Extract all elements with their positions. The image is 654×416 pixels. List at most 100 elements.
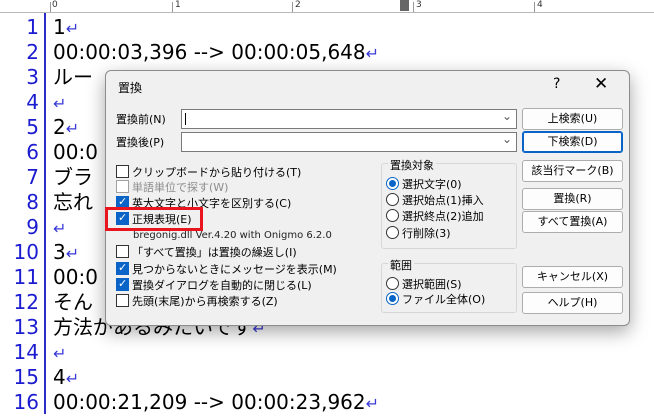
radio-icon[interactable]: [386, 277, 399, 290]
checkbox-icon[interactable]: [116, 245, 129, 258]
line-number: 11: [13, 265, 39, 289]
text-line: ↵: [53, 90, 66, 115]
target-insert-start[interactable]: 選択始点(1)挿入: [386, 193, 484, 208]
option-whole-word: 単語単位で探す(W): [116, 180, 228, 195]
chevron-down-icon[interactable]: ⌄: [502, 109, 512, 123]
replace-dialog: 置換 ? ✕ 置換前(N) ⌄ 置換後(P) ⌄ 上検索(U) 下検索(D) 該…: [105, 70, 630, 326]
checkbox-icon[interactable]: [116, 165, 129, 178]
checkbox-icon: [116, 180, 129, 193]
radio-selected-icon[interactable]: [386, 177, 399, 190]
replace-target-title: 置換対象: [388, 157, 436, 173]
replace-combo[interactable]: ⌄: [181, 132, 517, 152]
option-wrap-search[interactable]: 先頭(末尾)から再検索する(Z): [116, 294, 278, 309]
radio-selected-icon[interactable]: [386, 292, 399, 305]
replace-button[interactable]: 置換(R): [522, 188, 623, 210]
line-number: 13: [13, 315, 39, 339]
text-line: ↵: [53, 340, 66, 365]
regex-highlight-box: [105, 207, 203, 231]
target-selected-text[interactable]: 選択文字(0): [386, 177, 462, 192]
cancel-button[interactable]: キャンセル(X): [522, 266, 623, 288]
scope-selection[interactable]: 選択範囲(S): [386, 277, 462, 292]
ruler-tick: [172, 2, 173, 12]
text-line: そん: [53, 290, 93, 314]
radio-icon[interactable]: [386, 209, 399, 222]
ruler-tick: [413, 2, 414, 12]
find-prev-button[interactable]: 上検索(U): [522, 108, 623, 130]
scope-title: 範囲: [388, 257, 414, 273]
dialog-titlebar[interactable]: 置換 ? ✕: [106, 71, 629, 101]
text-line: 4↵: [53, 365, 80, 389]
line-number: 14: [13, 340, 39, 364]
replace-all-button[interactable]: すべて置換(A): [522, 211, 623, 233]
ruler: 0 1 2 3 4: [0, 0, 654, 13]
scope-whole-file[interactable]: ファイル全体(O): [386, 292, 485, 307]
text-line: 2↵: [53, 115, 80, 139]
line-number: 4: [26, 90, 39, 114]
return-mark-icon: ↵: [365, 44, 380, 63]
text-line: ルー: [53, 65, 93, 89]
text-line: 3↵: [53, 240, 80, 264]
text-line: 忘れ: [53, 190, 93, 214]
line-number: 6: [26, 140, 39, 164]
checkbox-checked-icon[interactable]: [116, 276, 129, 291]
return-mark-icon: ↵: [53, 219, 67, 238]
ruler-tick: [292, 2, 293, 12]
ruler-mark: 3: [416, 0, 422, 10]
radio-icon[interactable]: [386, 226, 399, 239]
option-auto-close[interactable]: 置換ダイアログを自動的に閉じる(L): [116, 276, 312, 293]
help-icon[interactable]: ?: [553, 76, 560, 92]
text-line: 00:00:03,396 --> 00:00:05,648↵: [53, 40, 380, 64]
line-number: 1: [26, 15, 39, 39]
option-paste-clipboard[interactable]: クリップボードから貼り付ける(T): [116, 165, 301, 180]
text-line: 00:0: [53, 140, 98, 164]
ruler-caret: [400, 0, 409, 11]
close-icon[interactable]: ✕: [594, 74, 608, 94]
find-next-button[interactable]: 下検索(D): [522, 131, 623, 153]
text-cursor: [185, 113, 186, 125]
target-delete-line[interactable]: 行削除(3): [386, 226, 451, 241]
chevron-down-icon[interactable]: ⌄: [502, 132, 512, 146]
text-line: 00:00:21,209 --> 00:00:23,962↵: [53, 390, 380, 414]
line-number: 10: [13, 240, 39, 264]
ruler-mark: 1: [175, 0, 181, 10]
return-mark-icon: ↵: [65, 119, 80, 138]
checkbox-icon[interactable]: [116, 294, 129, 307]
mark-matches-button[interactable]: 該当行マーク(B): [522, 160, 623, 182]
line-number: 7: [26, 165, 39, 189]
regex-library-info: bregonig.dll Ver.4.20 with Onigmo 6.2.0: [133, 230, 332, 241]
text-line: 00:0: [53, 265, 98, 289]
return-mark-icon: ↵: [65, 369, 80, 388]
return-mark-icon: ↵: [65, 244, 80, 263]
return-mark-icon: ↵: [53, 344, 67, 363]
return-mark-icon: ↵: [53, 94, 67, 113]
line-number: 8: [26, 190, 39, 214]
return-mark-icon: ↵: [365, 394, 380, 413]
ruler-mark: 4: [537, 0, 543, 10]
find-combo[interactable]: ⌄: [181, 109, 517, 129]
line-number: 9: [26, 215, 39, 239]
checkbox-checked-icon[interactable]: [116, 260, 129, 275]
return-mark-icon: ↵: [65, 19, 80, 38]
find-label: 置換前(N): [116, 113, 166, 126]
ruler-mark: 0: [52, 0, 58, 10]
text-line: ブラ: [53, 165, 93, 189]
line-number: 5: [26, 115, 39, 139]
option-show-not-found[interactable]: 見つからないときにメッセージを表示(M): [116, 260, 337, 277]
dialog-title: 置換: [118, 81, 143, 95]
line-number: 15: [13, 365, 39, 389]
ruler-tick: [50, 2, 51, 12]
replace-label: 置換後(P): [116, 136, 165, 149]
radio-icon[interactable]: [386, 193, 399, 206]
text-line: ↵: [53, 215, 66, 240]
line-number-gutter: 1 2 3 4 5 6 7 8 9 10 11 12 13 14 15 16: [0, 13, 46, 414]
line-number: 12: [13, 290, 39, 314]
help-button[interactable]: ヘルプ(H): [522, 292, 623, 314]
text-line: 1↵: [53, 15, 80, 39]
ruler-mark: 2: [295, 0, 301, 10]
target-append-end[interactable]: 選択終点(2)追加: [386, 209, 484, 224]
option-replace-all-repeat[interactable]: 「すべて置換」は置換の繰返し(I): [116, 245, 297, 260]
line-number: 3: [26, 65, 39, 89]
line-number: 2: [26, 40, 39, 64]
ruler-tick: [534, 2, 535, 12]
line-number: 16: [13, 390, 39, 414]
